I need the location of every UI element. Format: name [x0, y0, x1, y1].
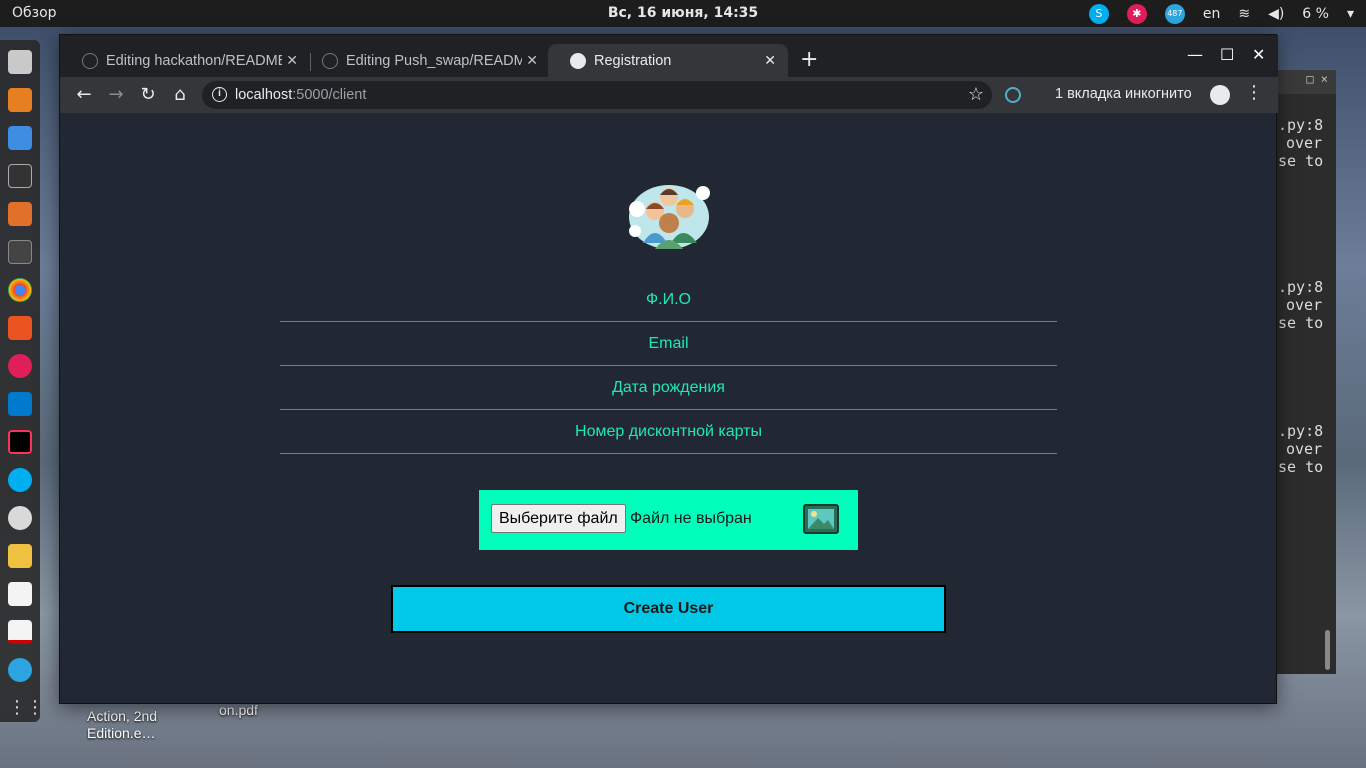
terminal-line: over: [1286, 296, 1323, 314]
evince-icon[interactable]: [8, 620, 32, 644]
terminal-line: over: [1286, 134, 1323, 152]
incognito-label[interactable]: 1 вкладка инкогнито: [1055, 86, 1192, 102]
create-user-button[interactable]: Create User: [391, 585, 946, 633]
email-field[interactable]: Email: [280, 322, 1057, 366]
terminal-window: □ × .py:8 over se to .py:8 over se to .p…: [1270, 70, 1336, 674]
activities-button[interactable]: Обзор: [12, 5, 57, 21]
new-tab-button[interactable]: +: [800, 47, 818, 72]
close-icon[interactable]: ✕: [286, 52, 298, 69]
close-icon[interactable]: □ ×: [1270, 70, 1336, 94]
terminal-scrollbar[interactable]: [1325, 630, 1330, 670]
slack-icon[interactable]: [8, 354, 32, 378]
text-editor-icon[interactable]: [8, 544, 32, 568]
app-grid-icon[interactable]: ⋮⋮: [8, 696, 44, 720]
terminal-line: se to: [1278, 458, 1324, 476]
volume-icon[interactable]: ◀): [1268, 6, 1284, 22]
full-name-field[interactable]: Ф.И.О: [280, 278, 1057, 322]
url-text[interactable]: localhost:5000/client: [235, 87, 366, 103]
folder-icon[interactable]: [8, 88, 32, 112]
vscode-icon[interactable]: [8, 392, 32, 416]
home-icon[interactable]: ⌂: [168, 83, 192, 107]
telegram-tray-icon[interactable]: 487: [1164, 3, 1185, 24]
discount-card-field[interactable]: Номер дисконтной карты: [280, 410, 1057, 454]
wifi-icon[interactable]: ≋: [1238, 6, 1250, 22]
terminal-line: se to: [1278, 314, 1324, 332]
terminal-line: .py:8: [1278, 116, 1324, 134]
desktop-file-label[interactable]: Action, 2nd Edition.e…: [87, 708, 187, 742]
close-icon[interactable]: ✕: [764, 52, 776, 69]
incognito-icon[interactable]: [1210, 85, 1230, 105]
choose-file-button[interactable]: Выберите файл: [491, 504, 626, 533]
birth-date-field[interactable]: Дата рождения: [280, 366, 1057, 410]
terminal-icon[interactable]: [8, 164, 32, 188]
tab-registration[interactable]: Registration ✕: [548, 44, 788, 77]
battery-indicator[interactable]: 6 %: [1302, 6, 1329, 22]
terminal-line: se to: [1278, 152, 1324, 170]
pdf-document-icon[interactable]: [8, 582, 32, 606]
tab-editing-push-swap[interactable]: Editing Push_swap/README.md ✕: [300, 44, 550, 77]
github-icon: [82, 52, 98, 69]
menu-kebab-icon[interactable]: ⋮: [1245, 82, 1263, 103]
image-icon: [803, 504, 839, 534]
reload-icon[interactable]: ↻: [136, 83, 160, 107]
skype-icon[interactable]: [8, 468, 32, 492]
forward-arrow-icon[interactable]: →: [104, 83, 128, 107]
files-cabinet-icon[interactable]: [8, 50, 32, 74]
team-logo-icon: [629, 185, 710, 249]
intellij-icon[interactable]: [8, 430, 32, 454]
tab-label: Registration: [594, 52, 672, 69]
info-icon[interactable]: i: [212, 87, 227, 102]
browser-window: Editing hackathon/README.md ✕ Editing Pu…: [59, 34, 1278, 704]
github-icon: [322, 52, 338, 69]
system-top-bar: Обзор Вс, 16 июня, 14:35 S ✱ 487 en ≋ ◀)…: [0, 0, 1366, 27]
file-status: Файл не выбран: [630, 510, 752, 527]
document-icon[interactable]: [8, 126, 32, 150]
maximize-icon[interactable]: ☐: [1220, 45, 1234, 64]
address-bar[interactable]: i localhost:5000/client ☆: [202, 81, 992, 109]
browser-toolbar: ← → ↻ ⌂ i localhost:5000/client ☆ 1 вкла…: [60, 77, 1278, 113]
globe-icon: [570, 52, 586, 69]
slack-tray-icon[interactable]: ✱: [1126, 3, 1147, 24]
registration-page: Ф.И.О Email Дата рождения Номер дисконтн…: [60, 113, 1276, 703]
terminal-line: over: [1286, 440, 1323, 458]
dock: ⋮⋮: [0, 40, 44, 722]
close-icon[interactable]: ✕: [526, 52, 538, 69]
telegram-icon[interactable]: [8, 658, 32, 682]
settings-icon[interactable]: [8, 506, 32, 530]
minimize-icon[interactable]: —: [1187, 45, 1203, 64]
file-upload-box: Выберите файл Файл не выбран: [479, 490, 858, 550]
software-center-icon[interactable]: [8, 316, 32, 340]
close-window-icon[interactable]: ✕: [1252, 45, 1265, 64]
chevron-down-icon[interactable]: ▾: [1347, 6, 1354, 22]
extension-icon[interactable]: [1005, 87, 1021, 103]
skype-tray-icon[interactable]: S: [1088, 3, 1109, 24]
back-arrow-icon[interactable]: ←: [72, 83, 96, 107]
tab-editing-hackathon[interactable]: Editing hackathon/README.md ✕: [60, 44, 310, 77]
tablet-icon[interactable]: [8, 202, 32, 226]
terminal-line: .py:8: [1278, 422, 1324, 440]
tab-label: Editing Push_swap/README.md: [346, 52, 522, 69]
desktop-file-label[interactable]: on.pdf: [219, 702, 258, 719]
tab-strip: Editing hackathon/README.md ✕ Editing Pu…: [60, 35, 1278, 77]
tab-label: Editing hackathon/README.md: [106, 52, 282, 69]
system-tray: S ✱ 487 en ≋ ◀) 6 % ▾: [1088, 3, 1354, 24]
chrome-icon[interactable]: [8, 278, 32, 302]
system-monitor-icon[interactable]: [8, 240, 32, 264]
bookmark-star-icon[interactable]: ☆: [968, 84, 984, 105]
language-indicator[interactable]: en: [1203, 6, 1221, 22]
terminal-line: .py:8: [1278, 278, 1324, 296]
